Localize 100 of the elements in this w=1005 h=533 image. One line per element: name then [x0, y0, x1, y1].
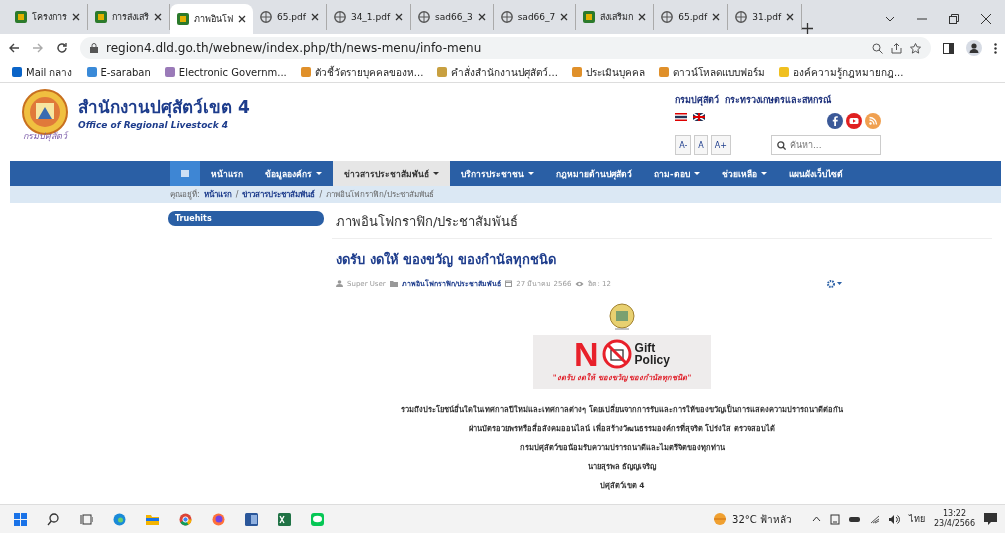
close-icon[interactable]	[712, 13, 721, 21]
department-link[interactable]: กรมปศุสัตว์	[675, 93, 720, 107]
close-icon[interactable]	[981, 14, 991, 24]
chevron-up-icon[interactable]	[811, 516, 821, 522]
close-icon[interactable]	[395, 13, 404, 21]
menu-button[interactable]	[170, 161, 200, 186]
close-icon[interactable]	[477, 13, 486, 21]
bookmark[interactable]: องค์ความรู้กฎหมายกฎ...	[778, 64, 904, 80]
calendar-icon	[505, 280, 513, 287]
font-size-button[interactable]: A-	[675, 135, 692, 155]
nav-link[interactable]: กฎหมายด้านปศุสัตว์	[545, 161, 643, 186]
task-view-icon[interactable]	[80, 512, 93, 526]
font-size-button[interactable]: A+	[710, 135, 731, 155]
search-icon[interactable]	[47, 512, 60, 526]
search-field[interactable]: ค้นหา...	[771, 135, 881, 155]
tab-title: ส่งเสริมก	[600, 11, 634, 24]
browser-tab[interactable]: โครงการ	[8, 4, 88, 30]
font-size-button[interactable]: A	[694, 135, 708, 155]
breadcrumb-label: คุณอยู่ที่:	[170, 188, 200, 201]
browser-tab[interactable]: ส่งเสริมก	[576, 4, 655, 30]
more-icon[interactable]	[994, 42, 997, 54]
banner-text: Gift	[634, 342, 657, 354]
nav-link[interactable]: หน้าแรก	[200, 161, 254, 186]
weather-widget[interactable]: 32°C ฟ้าหลัว	[713, 511, 792, 527]
nav-link[interactable]: ถาม-ตอบ	[643, 161, 711, 186]
nav-link[interactable]: ช่วยเหลือ	[710, 161, 778, 186]
breadcrumb-separator: /	[235, 190, 239, 199]
tab-title: 31.pdf	[752, 12, 782, 22]
clock[interactable]: 13:22 23/4/2566	[933, 509, 975, 529]
settings-button[interactable]	[827, 279, 842, 288]
reload-icon[interactable]	[56, 42, 68, 54]
close-icon[interactable]	[72, 13, 80, 21]
breadcrumb-current: ภาพอินโฟกราฟิก/ประชาสัมพันธ์	[326, 189, 434, 201]
profile-icon[interactable]	[966, 40, 982, 56]
close-icon[interactable]	[238, 15, 246, 23]
notification-icon[interactable]	[984, 513, 997, 525]
chevron-down-icon[interactable]	[885, 16, 895, 22]
nav-link[interactable]: ข่าวสารประชาสัมพันธ์	[333, 161, 450, 186]
restore-icon[interactable]	[949, 14, 959, 24]
browser-tab[interactable]: การส่งเสริ	[88, 4, 170, 30]
battery-icon[interactable]	[848, 515, 861, 523]
close-icon[interactable]	[786, 13, 795, 21]
new-tab-icon[interactable]	[802, 23, 814, 34]
edge-icon[interactable]	[113, 512, 126, 526]
browser-tab[interactable]: 31.pdf	[728, 4, 803, 30]
logo-caption: กรมปศุสัตว์	[23, 130, 67, 143]
module-title: Truehits	[168, 211, 324, 226]
globe-icon	[260, 11, 272, 23]
back-icon[interactable]	[8, 42, 20, 54]
share-icon[interactable]	[891, 42, 902, 54]
youtube-icon[interactable]	[846, 113, 862, 129]
site-subtitle: Office of Regional Livestock 4	[78, 120, 230, 130]
nav-link[interactable]: บริการประชาชน	[450, 161, 545, 186]
bookmark[interactable]: ประเมินบุคคล	[571, 64, 645, 80]
speaker-icon[interactable]	[888, 514, 900, 524]
tab-title: sad66_3	[435, 12, 473, 22]
url-text: region4.dld.go.th/webnew/index.php/th/news-menu/info-menu	[106, 41, 482, 55]
close-icon[interactable]	[560, 13, 569, 21]
article-title[interactable]: งดรับ งดให้ ของขวัญ ของกำนัลทุกชนิด	[336, 249, 992, 270]
excel-icon[interactable]	[278, 512, 291, 526]
breadcrumb-link[interactable]: ข่าวสารประชาสัมพันธ์	[242, 188, 316, 201]
tab-title: sad66_7	[517, 12, 556, 22]
side-panel-icon[interactable]	[943, 42, 954, 54]
bookmark[interactable]: E-saraban	[86, 66, 151, 78]
address-bar[interactable]: region4.dld.go.th/webnew/index.php/th/news-menu/info-menu	[80, 37, 931, 59]
facebook-icon[interactable]	[827, 113, 843, 129]
browser-tab[interactable]: 34_1.pdf	[326, 4, 412, 30]
close-icon[interactable]	[154, 13, 162, 21]
uk-flag-icon[interactable]	[693, 113, 706, 121]
folder-icon[interactable]	[146, 512, 159, 526]
tab-title: 34_1.pdf	[350, 12, 391, 22]
bookmark[interactable]: Mail กลาง	[12, 64, 73, 80]
lock-icon	[90, 43, 98, 53]
sun-icon	[713, 512, 728, 526]
nav-link[interactable]: ข้อมูลองค์กร	[254, 161, 333, 186]
browser-tab[interactable]: sad66_7	[493, 4, 577, 30]
star-icon[interactable]	[910, 42, 921, 54]
bookmark-label: ดาวน์โหลดแบบฟอร์ม	[672, 65, 765, 80]
tab-title: 65.pdf	[277, 12, 306, 22]
word-icon[interactable]	[245, 512, 258, 526]
firefox-icon[interactable]	[212, 512, 225, 526]
close-icon[interactable]	[310, 13, 319, 21]
bookmark[interactable]: ดาวน์โหลดแบบฟอร์ม	[658, 64, 765, 80]
site-favicon-icon	[95, 11, 107, 23]
nav-link[interactable]: แผนผังเว็บไซต์	[777, 161, 854, 186]
weather-text: 32°C ฟ้าหลัว	[732, 512, 792, 527]
close-icon[interactable]	[638, 13, 647, 21]
thai-flag-icon[interactable]	[675, 113, 688, 121]
browser-tab[interactable]: ภาพอินโฟ	[170, 4, 253, 34]
browser-tab[interactable]: 65.pdf	[654, 4, 729, 30]
site-favicon-icon	[583, 11, 596, 23]
language-indicator[interactable]: ไทย	[908, 512, 925, 526]
browser-tab[interactable]: 65.pdf	[253, 4, 327, 30]
zoom-icon[interactable]	[872, 42, 883, 54]
breadcrumb-link[interactable]: หน้าแรก	[203, 188, 232, 201]
windows-icon[interactable]	[14, 512, 27, 526]
browser-tab[interactable]: sad66_3	[411, 4, 494, 30]
department-link[interactable]: กระทรวงเกษตรและสหกรณ์	[725, 93, 832, 107]
tab-title: 65.pdf	[678, 12, 708, 22]
chrome-icon[interactable]	[179, 512, 192, 526]
